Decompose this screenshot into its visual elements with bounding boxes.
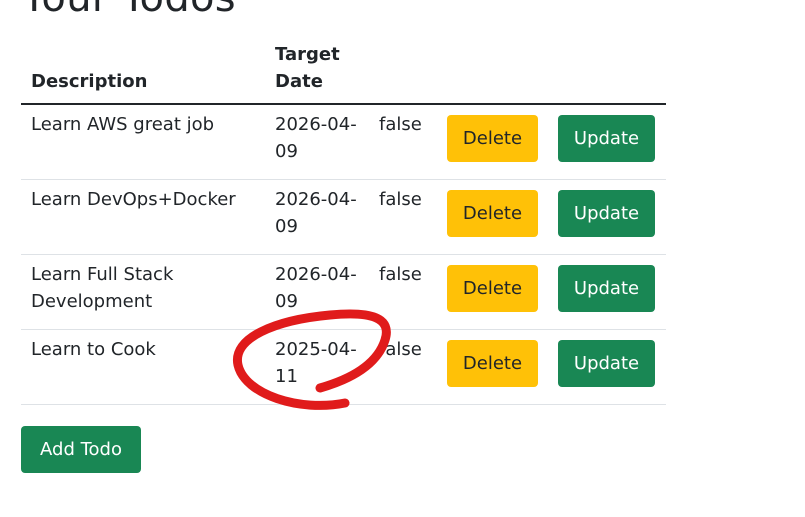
todo-update-cell: Update [548, 104, 666, 180]
header-row: Description Target Date [21, 41, 666, 105]
header-done [377, 41, 437, 105]
todo-description: Learn to Cook [21, 329, 265, 405]
todo-target-date-value: 2025-04-11 [275, 338, 357, 387]
delete-wrap: Delete [437, 115, 548, 162]
todo-target-date: 2026-04-09 [265, 179, 377, 255]
todo-update-cell: Update [548, 329, 666, 405]
table-row: Learn to Cook 2025-04-11 false Delete Up… [21, 329, 666, 405]
todo-target-date-value: 2026-04-09 [275, 263, 357, 312]
header-delete [437, 41, 548, 105]
page-title: Your Todos [22, 0, 236, 20]
table-header: Description Target Date [21, 41, 666, 105]
todo-target-date: 2026-04-09 [265, 104, 377, 180]
todo-delete-cell: Delete [437, 329, 548, 405]
delete-wrap: Delete [437, 189, 548, 237]
table-body: Learn AWS great job 2026-04-09 false Del… [21, 104, 666, 405]
todo-description: Learn Full Stack Development [21, 254, 265, 330]
delete-button[interactable]: Delete [447, 115, 538, 162]
todo-target-date-value: 2026-04-09 [275, 188, 357, 237]
table-row: Learn DevOps+Docker 2026-04-09 false Del… [21, 179, 666, 255]
delete-wrap: Delete [437, 264, 548, 312]
update-button[interactable]: Update [558, 339, 655, 387]
todo-done: false [377, 329, 437, 405]
todo-update-cell: Update [548, 179, 666, 255]
update-button[interactable]: Update [558, 189, 655, 237]
header-update [548, 41, 666, 105]
todos-page: Your Todos Description Target Date Learn… [0, 0, 805, 517]
update-wrap: Update [548, 264, 666, 312]
todo-done: false [377, 179, 437, 255]
todo-done: false [377, 104, 437, 180]
delete-button[interactable]: Delete [447, 189, 538, 237]
todo-description: Learn AWS great job [21, 104, 265, 180]
todo-target-date: 2026-04-09 [265, 254, 377, 330]
header-target-date-label: Target Date [275, 44, 340, 92]
todo-description: Learn DevOps+Docker [21, 179, 265, 255]
delete-wrap: Delete [437, 339, 548, 387]
update-button[interactable]: Update [558, 115, 655, 162]
update-wrap: Update [548, 189, 666, 237]
update-wrap: Update [548, 115, 666, 162]
todo-delete-cell: Delete [437, 254, 548, 330]
todo-delete-cell: Delete [437, 179, 548, 255]
todo-delete-cell: Delete [437, 104, 548, 180]
todo-update-cell: Update [548, 254, 666, 330]
todo-description-text: Learn Full Stack Development [31, 263, 174, 312]
todo-target-date-value: 2026-04-09 [275, 114, 357, 162]
delete-button[interactable]: Delete [447, 264, 538, 312]
update-button[interactable]: Update [558, 264, 655, 312]
todos-table: Description Target Date Learn AWS great … [21, 41, 666, 405]
add-todo-button[interactable]: Add Todo [21, 426, 141, 473]
header-description: Description [21, 41, 265, 105]
delete-button[interactable]: Delete [447, 339, 538, 387]
todo-done: false [377, 254, 437, 330]
table-row: Learn Full Stack Development 2026-04-09 … [21, 254, 666, 330]
update-wrap: Update [548, 339, 666, 387]
todo-target-date: 2025-04-11 [265, 329, 377, 405]
table-row: Learn AWS great job 2026-04-09 false Del… [21, 104, 666, 180]
header-target-date: Target Date [265, 41, 377, 105]
